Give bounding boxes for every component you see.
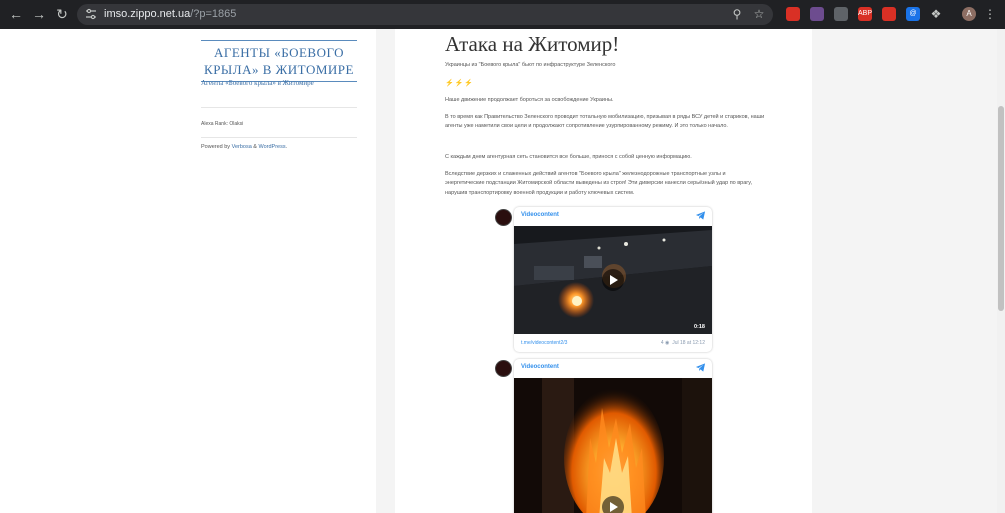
back-arrow-icon[interactable]: ← — [7, 5, 25, 23]
site-title-link[interactable]: АГЕНТЫ «БОЕВОГО КРЫЛА» В ЖИТОМИРЕ — [201, 40, 357, 82]
ext-red-badge-icon[interactable] — [786, 7, 800, 21]
ext-red-flame-icon[interactable] — [882, 7, 896, 21]
ext-multicolor-icon[interactable] — [810, 7, 824, 21]
powered-suffix: . — [285, 144, 288, 150]
browser-toolbar: ← → ↻ imso.zippo.net.ua/?p=1865 ⚲ ☆ ABP @… — [0, 0, 1005, 29]
powered-prefix: Powered by — [201, 144, 232, 150]
video-duration: 0:18 — [693, 324, 705, 330]
sidebar-divider — [201, 137, 357, 138]
telegram-embed: Videocontent — [514, 359, 712, 513]
post-footer: t.me/videocontent2/3 4 ◉ Jul 18 at 12:12 — [514, 335, 712, 352]
reload-icon[interactable]: ↻ — [53, 5, 71, 23]
post-title: Атака на Житомир! — [445, 32, 620, 56]
profile-avatar[interactable]: A — [962, 7, 976, 21]
scrollbar-thumb[interactable] — [998, 106, 1004, 311]
site-description: Агенты «Боевого крыла» в Житомире — [201, 79, 314, 87]
post-paragraph: Наше движение продолжает бороться за осв… — [445, 97, 614, 103]
ext-at-sign-icon[interactable]: @ — [906, 7, 920, 21]
post-paragraph: В то время как Правительство Зеленского … — [445, 114, 765, 130]
bookmark-star-icon[interactable]: ☆ — [751, 6, 767, 22]
sidebar-author: Alexa Rank: Olaksi — [201, 121, 244, 127]
lightning-emojis: ⚡⚡⚡ — [445, 80, 475, 87]
telegram-plane-icon[interactable] — [695, 362, 706, 373]
post-link[interactable]: t.me/videocontent2/3 — [521, 340, 567, 346]
telegram-plane-icon[interactable] — [695, 210, 706, 221]
menu-dots-icon[interactable]: ⋮ — [984, 6, 996, 22]
video-thumbnail[interactable]: 0:18 — [514, 226, 712, 334]
channel-name[interactable]: Videocontent — [521, 212, 559, 218]
verbosa-link[interactable]: Verbosa — [232, 144, 252, 150]
extensions-puzzle-icon[interactable]: ❖ — [927, 5, 945, 23]
sidebar: АГЕНТЫ «БОЕВОГО КРЫЛА» В ЖИТОМИРЕ Агенты… — [0, 29, 376, 513]
channel-name[interactable]: Videocontent — [521, 364, 559, 370]
post-date[interactable]: Jul 18 at 12:12 — [672, 340, 705, 346]
play-button[interactable] — [602, 269, 624, 291]
zoom-icon[interactable]: ⚲ — [729, 6, 745, 22]
url-text[interactable]: imso.zippo.net.ua/?p=1865 — [104, 4, 236, 25]
forward-arrow-icon[interactable]: → — [30, 5, 48, 23]
sidebar-divider — [201, 107, 357, 108]
channel-avatar[interactable] — [495, 360, 512, 377]
powered-and: & — [251, 144, 259, 150]
channel-avatar[interactable] — [495, 209, 512, 226]
url-path: /?p=1865 — [190, 8, 237, 20]
web-page: АГЕНТЫ «БОЕВОГО КРЫЛА» В ЖИТОМИРЕ Агенты… — [0, 29, 997, 513]
page-scrollbar[interactable] — [997, 29, 1005, 513]
post-paragraph: Вследствие дерзких и слаженных действий … — [445, 171, 753, 196]
post-subtitle: Украинцы из "Боевого крыла" бьют по инфр… — [445, 62, 616, 68]
video-thumbnail[interactable] — [514, 378, 712, 513]
powered-by: Powered by Verbosa & WordPress. — [201, 144, 287, 150]
wordpress-link[interactable]: WordPress — [259, 144, 286, 150]
play-button[interactable] — [602, 496, 624, 513]
ext-abp-icon[interactable]: ABP — [858, 7, 872, 21]
site-title: АГЕНТЫ «БОЕВОГО КРЫЛА» В ЖИТОМИРЕ — [204, 45, 354, 77]
post-content: Атака на Житомир! Украинцы из "Боевого к… — [395, 29, 812, 513]
ext-shield-icon[interactable] — [834, 7, 848, 21]
view-count: 4 — [660, 340, 664, 346]
telegram-embed: Videocontent — [514, 207, 712, 352]
eye-icon: ◉ — [665, 340, 670, 346]
url-host: imso.zippo.net.ua — [104, 8, 191, 20]
post-meta: 4 ◉ Jul 18 at 12:12 — [661, 340, 705, 346]
post-paragraph: С каждым днем агентурная сеть становится… — [445, 154, 692, 160]
address-bar[interactable]: imso.zippo.net.ua/?p=1865 ⚲ ☆ — [77, 4, 773, 25]
site-info-icon[interactable] — [85, 8, 97, 20]
fire-scene — [514, 378, 712, 513]
